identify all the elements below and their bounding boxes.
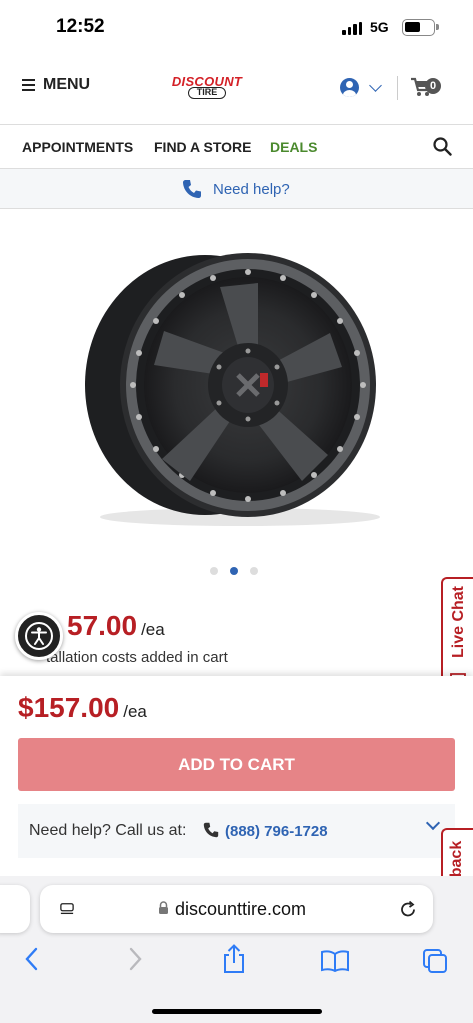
carousel-dots <box>210 567 258 575</box>
nav-find-a-store[interactable]: FIND A STORE <box>154 139 252 155</box>
chevron-down-icon <box>369 78 382 92</box>
url-text: discounttire.com <box>175 899 307 919</box>
nav-deals[interactable]: DEALS <box>270 139 317 155</box>
tabs-icon[interactable] <box>422 948 448 974</box>
menu-button[interactable]: MENU <box>22 76 90 94</box>
account-button[interactable] <box>340 78 382 97</box>
carousel-dot-active[interactable] <box>230 567 238 575</box>
phone-icon <box>183 180 201 198</box>
need-help-link[interactable]: Need help? <box>213 181 290 198</box>
carousel-dot[interactable] <box>250 567 258 575</box>
sticky-purchase-panel: $157.00/ea ADD TO CART Need help? Call u… <box>0 676 473 886</box>
clock: 12:52 <box>56 16 105 37</box>
share-icon[interactable] <box>222 944 246 974</box>
signal-icon <box>342 22 362 35</box>
cart-button[interactable]: 0 <box>410 77 441 102</box>
menu-label: MENU <box>43 76 91 93</box>
phone-number-link[interactable]: (888) 796-1728 <box>225 823 328 840</box>
header-divider <box>397 76 398 100</box>
user-icon <box>340 78 359 97</box>
home-indicator <box>152 1009 322 1014</box>
forward-icon[interactable] <box>127 946 143 972</box>
main-nav: APPOINTMENTS FIND A STORE DEALS <box>0 124 473 169</box>
hamburger-icon <box>22 79 35 91</box>
bookmarks-icon[interactable] <box>320 950 350 972</box>
address-bar[interactable]: discounttire.com <box>40 885 433 933</box>
nav-appointments[interactable]: APPOINTMENTS <box>22 139 133 155</box>
status-bar: 12:52 5G <box>0 0 473 56</box>
network-label: 5G <box>370 19 389 35</box>
phone-icon <box>203 822 219 838</box>
discount-tire-logo[interactable]: DISCOUNT TIRE <box>166 74 248 102</box>
call-us-label: Need help? Call us at: <box>29 822 187 839</box>
carousel-dot[interactable] <box>210 567 218 575</box>
add-to-cart-button[interactable]: ADD TO CART <box>18 738 455 791</box>
accessibility-icon <box>25 622 53 650</box>
call-us-panel[interactable]: Need help? Call us at: (888) 796-1728 <box>18 804 455 858</box>
reload-icon[interactable] <box>400 900 417 918</box>
lock-icon <box>159 901 168 914</box>
cart-count-badge: 0 <box>425 78 441 94</box>
site-header: MENU DISCOUNT TIRE 0 <box>0 60 473 116</box>
search-icon[interactable] <box>433 137 452 156</box>
sticky-price: $157.00/ea <box>18 692 147 723</box>
previous-tab-preview[interactable] <box>0 885 30 933</box>
accessibility-button[interactable] <box>15 612 63 660</box>
need-help-bar[interactable]: Need help? <box>0 169 473 209</box>
back-icon[interactable] <box>24 946 40 972</box>
battery-icon <box>402 19 439 36</box>
browser-toolbar: discounttire.com <box>0 876 473 1023</box>
chevron-down-icon[interactable] <box>425 815 441 831</box>
page-menu-icon[interactable] <box>60 902 74 916</box>
product-wheel-image[interactable] <box>80 245 390 530</box>
